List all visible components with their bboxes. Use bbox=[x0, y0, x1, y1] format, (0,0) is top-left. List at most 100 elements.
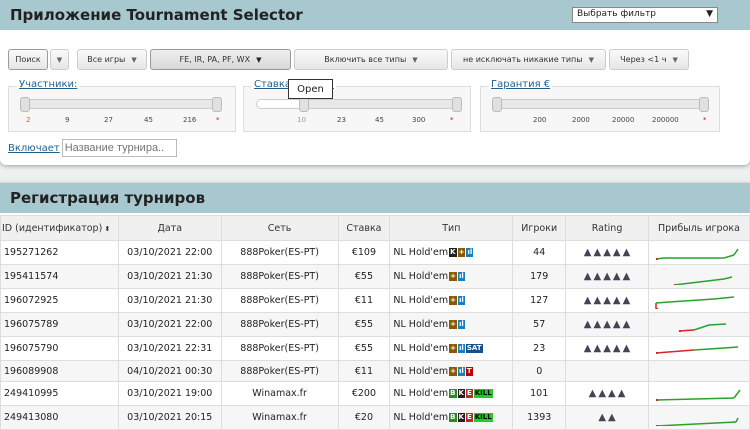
tick: 9 bbox=[65, 116, 70, 124]
sparkline-point bbox=[655, 258, 658, 260]
participants-slider[interactable] bbox=[20, 97, 222, 112]
tournament-id: 196089908 bbox=[0, 360, 119, 382]
tick: 2000 bbox=[572, 116, 590, 124]
exclude-types-label: не исключать никакие типы bbox=[463, 55, 583, 64]
tick: 45 bbox=[375, 116, 384, 124]
stake: €55 bbox=[337, 264, 391, 289]
table-row[interactable]: 249413080 03/10/2021 20:15 Winamax.fr €20 NL… bbox=[0, 405, 750, 430]
type-badge-icon: KILL bbox=[473, 413, 493, 422]
stake-slider[interactable] bbox=[256, 97, 462, 112]
column-header[interactable]: Прибыль игрока bbox=[647, 215, 750, 241]
network: 888Poker(ES-PT) bbox=[220, 360, 339, 382]
tick: 200 bbox=[533, 116, 547, 124]
date: 03/10/2021 19:00 bbox=[117, 381, 222, 406]
tournament-name-input[interactable] bbox=[61, 139, 177, 157]
sparkline-segment bbox=[693, 347, 725, 351]
registration-title: Регистрация турниров bbox=[0, 183, 750, 213]
type-badge-icon: + bbox=[449, 320, 458, 329]
network: 888Poker(ES-PT) bbox=[220, 336, 339, 361]
column-header[interactable]: Сеть bbox=[220, 215, 339, 241]
column-header[interactable]: Ставка bbox=[337, 215, 391, 241]
guarantee-slider-box: 200 2000 20000 200000 * bbox=[480, 86, 720, 132]
tournaments-table: ID (идентификатор) ⬍ Дата Сеть Ставка Тип Игр… bbox=[0, 215, 750, 430]
type: NL Hold'em + ıl bbox=[389, 288, 514, 313]
search-dropdown[interactable]: ▼ bbox=[50, 49, 69, 70]
column-header[interactable]: Rating bbox=[565, 215, 649, 241]
slider-handle-min[interactable] bbox=[492, 97, 502, 112]
sparkline-segment bbox=[723, 276, 733, 280]
table-row[interactable]: 196072925 03/10/2021 21:30 888Poker(ES-PT)… bbox=[0, 288, 750, 313]
sparkline-point bbox=[678, 330, 681, 332]
shark-rating-icon: ▲ bbox=[622, 247, 631, 258]
tick: 10 bbox=[297, 116, 306, 124]
date: 04/10/2021 00:30 bbox=[117, 360, 222, 382]
chevron-down-icon: ▼ bbox=[412, 55, 418, 64]
sparkline-segment bbox=[668, 298, 715, 303]
slider-handle-max[interactable] bbox=[212, 97, 222, 112]
players: 127 bbox=[512, 288, 567, 313]
includes-link[interactable]: Включает bbox=[8, 143, 60, 154]
games-dropdown[interactable]: Все игры ▼ bbox=[77, 49, 147, 70]
profit-sparkline bbox=[647, 360, 750, 382]
slider-handle-min[interactable] bbox=[299, 97, 309, 112]
guarantee-slider[interactable] bbox=[492, 97, 709, 112]
players: 0 bbox=[512, 360, 567, 382]
shark-rating-icon: ▲ bbox=[583, 319, 592, 330]
column-header[interactable]: Дата bbox=[117, 215, 222, 241]
slider-handle-max[interactable] bbox=[699, 97, 709, 112]
sparkline-segment bbox=[673, 278, 725, 286]
shark-rating-icon: ▲ bbox=[583, 295, 592, 306]
shark-rating-icon: ▲ bbox=[622, 271, 631, 282]
column-header[interactable]: Тип bbox=[389, 215, 514, 241]
column-header[interactable]: Игроки bbox=[512, 215, 567, 241]
exclude-types-dropdown[interactable]: не исключать никакие типы ▼ bbox=[451, 49, 606, 70]
slider-handle-min[interactable] bbox=[20, 97, 30, 112]
rating bbox=[565, 360, 649, 382]
stake: €55 bbox=[337, 336, 391, 361]
slider-handle-max[interactable] bbox=[452, 97, 462, 112]
time-dropdown[interactable]: Через <1 ч ▼ bbox=[609, 49, 689, 70]
table-row[interactable]: 195411574 03/10/2021 21:30 888Poker(ES-PT)… bbox=[0, 264, 750, 289]
participants-label[interactable]: Участники: bbox=[17, 79, 80, 90]
type-badge-icon: + bbox=[457, 248, 466, 257]
filter-select[interactable]: Выбрать фильтр ▼ bbox=[572, 7, 718, 23]
shark-rating-icon: ▲ bbox=[603, 247, 611, 258]
players: 179 bbox=[512, 264, 567, 289]
type-badge-icon: K bbox=[457, 389, 465, 398]
table-row[interactable]: 195271262 03/10/2021 22:00 888Poker(ES-PT)… bbox=[0, 240, 750, 265]
shark-rating-icon: ▲ bbox=[612, 247, 621, 258]
networks-dropdown[interactable]: FE, IR, PA, PF, WX ▼ bbox=[150, 49, 291, 70]
type-badge-icon: K bbox=[457, 413, 465, 422]
search-button[interactable]: Поиск bbox=[8, 49, 48, 70]
shark-rating-icon: ▲ bbox=[588, 388, 597, 399]
guarantee-label[interactable]: Гарантия € bbox=[489, 79, 553, 90]
type: NL Hold'em + ıl bbox=[389, 312, 514, 337]
type-badge-icon: E bbox=[465, 413, 473, 422]
type-badge-icon: + bbox=[449, 296, 458, 305]
tick: 45 bbox=[144, 116, 153, 124]
table-row[interactable]: 196075789 03/10/2021 22:00 888Poker(ES-PT)… bbox=[0, 312, 750, 337]
search-label: Поиск bbox=[15, 55, 41, 64]
sparkline-point bbox=[655, 352, 658, 354]
type-badge-icon: + bbox=[449, 272, 458, 281]
tick: * bbox=[450, 116, 454, 124]
sparkline-segment bbox=[693, 324, 710, 331]
include-types-label: Включить все типы bbox=[324, 55, 407, 64]
table-row[interactable]: 196089908 04/10/2021 00:30 888Poker(ES-PT)… bbox=[0, 360, 750, 382]
profit-sparkline bbox=[647, 240, 750, 265]
sparkline-segment bbox=[678, 329, 695, 332]
tick: * bbox=[703, 116, 707, 124]
stake: €109 bbox=[337, 240, 391, 265]
table-row[interactable]: 196075790 03/10/2021 22:31 888Poker(ES-PT)… bbox=[0, 336, 750, 361]
include-types-dropdown[interactable]: Включить все типы ▼ bbox=[294, 49, 448, 70]
table-row[interactable]: 249410995 03/10/2021 19:00 Winamax.fr €200 N… bbox=[0, 381, 750, 406]
tournament-id: 249413080 bbox=[0, 405, 119, 430]
network: 888Poker(ES-PT) bbox=[220, 264, 339, 289]
registration-panel: Регистрация турниров ID (идентификатор) … bbox=[0, 183, 750, 430]
type-badge-icon: B bbox=[449, 389, 457, 398]
stake: €11 bbox=[337, 288, 391, 313]
type-badge-icon: ıl bbox=[458, 296, 465, 305]
type-badge-icon: ıl bbox=[458, 366, 465, 376]
column-header[interactable]: ID (идентификатор) ⬍ bbox=[0, 215, 119, 241]
sort-icon[interactable]: ⬍ bbox=[102, 225, 111, 233]
